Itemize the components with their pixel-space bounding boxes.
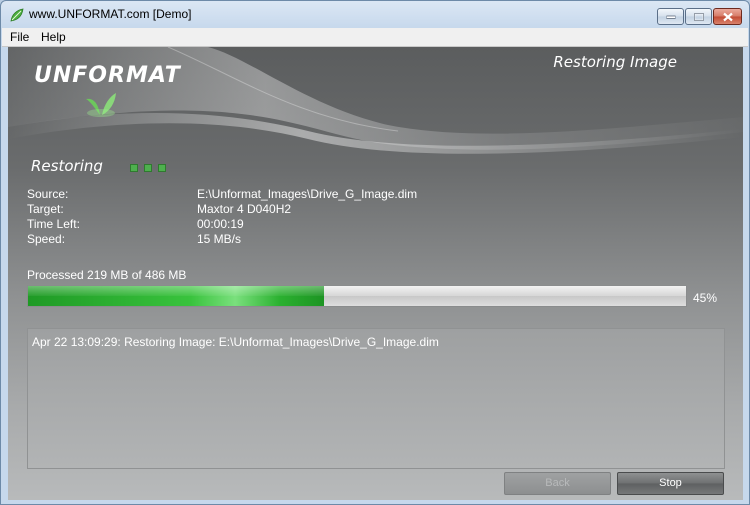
stop-button[interactable]: Stop	[617, 472, 724, 495]
leaf-icon	[10, 8, 24, 22]
back-button[interactable]: Back	[504, 472, 611, 495]
speed-value: 15 MB/s	[197, 232, 242, 246]
maximize-icon	[693, 12, 704, 21]
menu-help[interactable]: Help	[41, 30, 66, 44]
main-panel: UNFORMAT Restoring Image Restoring Sourc…	[8, 47, 743, 500]
log-panel[interactable]: Apr 22 13:09:29: Restoring Image: E:\Unf…	[27, 328, 725, 469]
close-icon	[722, 12, 733, 21]
activity-dot	[144, 164, 152, 172]
window-title: www.UNFORMAT.com [Demo]	[29, 7, 192, 21]
menu-bar: File Help	[2, 28, 748, 47]
progress-percent: 45%	[693, 291, 718, 305]
target-value: Maxtor 4 D040H2	[197, 202, 292, 216]
processed-text: Processed 219 MB of 486 MB	[27, 268, 187, 282]
leaf-logo-icon	[86, 93, 116, 117]
source-value: E:\Unformat_Images\Drive_G_Image.dim	[197, 187, 418, 201]
progress-fill	[28, 286, 325, 306]
close-button[interactable]	[713, 8, 742, 25]
activity-dot	[158, 164, 166, 172]
progress-bar	[27, 285, 687, 307]
unformat-logo: UNFORMAT	[34, 63, 181, 88]
time-left-label: Time Left:	[27, 217, 80, 231]
time-left-value: 00:00:19	[197, 217, 244, 231]
minimize-button[interactable]	[657, 8, 684, 25]
page-title: Restoring Image	[553, 53, 677, 71]
app-window: www.UNFORMAT.com [Demo] File Help UNFORM…	[0, 0, 750, 505]
source-label: Source:	[27, 187, 69, 201]
speed-label: Speed:	[27, 232, 66, 246]
title-bar[interactable]: www.UNFORMAT.com [Demo]	[1, 1, 749, 28]
target-label: Target:	[27, 202, 64, 216]
minimize-icon	[666, 15, 675, 19]
status-title: Restoring	[31, 157, 103, 175]
menu-file[interactable]: File	[10, 30, 29, 44]
log-entry: Apr 22 13:09:29: Restoring Image: E:\Unf…	[32, 335, 439, 349]
activity-dot	[130, 164, 138, 172]
maximize-button[interactable]	[685, 8, 712, 25]
